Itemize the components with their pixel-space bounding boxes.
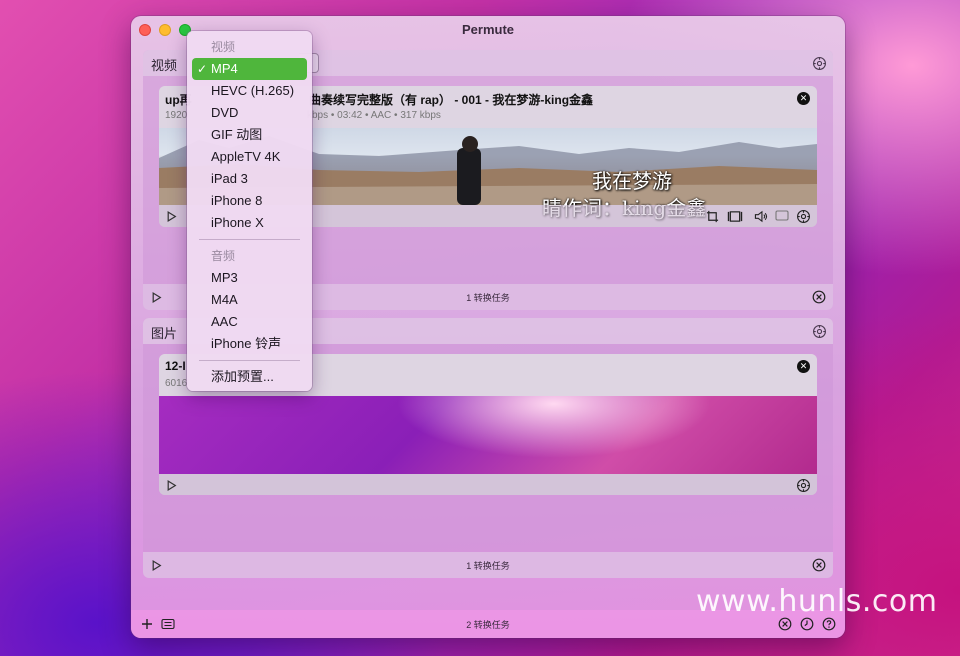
menu-header-audio: 音频 [211, 249, 236, 263]
subtitles-icon[interactable] [774, 208, 790, 224]
menu-item-label: iPad 3 [211, 171, 248, 186]
clear-section-icon[interactable] [811, 557, 827, 573]
trim-icon[interactable] [726, 208, 744, 224]
image-item-controls [159, 474, 817, 495]
menu-header-video: 视频 [211, 40, 236, 54]
menu-item-add-preset[interactable]: 添加预置... [192, 366, 307, 388]
menu-item-mp4[interactable]: ✓ MP4 [192, 58, 307, 80]
format-dropdown-menu: 视频 ✓ MP4 HEVC (H.265) DVD GIF 动图 AppleTV … [187, 31, 312, 391]
play-icon[interactable] [164, 478, 178, 492]
menu-item-label: iPhone 铃声 [211, 336, 282, 351]
menu-item-iphone-8[interactable]: iPhone 8 [192, 190, 307, 212]
video-item-meta-prefix: 1920 [165, 110, 188, 121]
site-watermark: www.hunls.com [696, 584, 938, 619]
item-settings-icon[interactable] [795, 208, 811, 224]
menu-item-label: iPhone 8 [211, 193, 263, 208]
menu-item-label: iPhone X [211, 215, 264, 230]
image-section-label: 图片 [151, 326, 178, 341]
menu-item-label: 添加预置... [211, 369, 274, 384]
menu-item-dvd[interactable]: DVD [192, 102, 307, 124]
menu-item-label: GIF 动图 [211, 127, 263, 142]
menu-item-label: M4A [211, 292, 238, 307]
remove-item-icon[interactable]: ✕ [797, 92, 810, 105]
checkmark-icon: ✓ [197, 62, 208, 76]
menu-item-label: AppleTV 4K [211, 149, 281, 164]
play-icon[interactable] [164, 209, 178, 223]
menu-item-ipad-3[interactable]: iPad 3 [192, 168, 307, 190]
image-thumbnail [159, 396, 817, 474]
subtitle-line-1: 我在梦游 [592, 169, 672, 193]
volume-icon[interactable] [752, 208, 770, 224]
total-task-count: 2 转换任务 [466, 620, 510, 630]
menu-item-iphone-x[interactable]: iPhone X [192, 212, 307, 234]
remove-item-icon[interactable]: ✕ [797, 360, 810, 373]
clear-section-icon[interactable] [811, 289, 827, 305]
menu-item-aac[interactable]: AAC [192, 311, 307, 333]
image-item-title: 12-I [165, 359, 186, 373]
menu-item-gif[interactable]: GIF 动图 [192, 124, 307, 146]
menu-item-label: MP3 [211, 270, 238, 285]
image-section-footer: 1 转换任务 [143, 552, 833, 578]
menu-item-mp3[interactable]: MP3 [192, 267, 307, 289]
menu-item-m4a[interactable]: M4A [192, 289, 307, 311]
menu-item-label: HEVC (H.265) [211, 83, 295, 98]
crop-icon[interactable] [704, 208, 720, 224]
menu-separator [199, 360, 300, 361]
menu-item-hevc[interactable]: HEVC (H.265) [192, 80, 307, 102]
video-item-title: 曲奏续写完整版（有 rap） - 001 - 我在梦游-king金鑫 [309, 93, 594, 107]
menu-item-label: AAC [211, 314, 238, 329]
menu-item-iphone-ringtone[interactable]: iPhone 铃声 [192, 333, 307, 355]
video-item-meta: kbps • 03:42 • AAC • 317 kbps [307, 110, 441, 121]
menu-separator [199, 239, 300, 240]
item-settings-icon[interactable] [795, 477, 811, 493]
section-settings-icon[interactable] [811, 55, 827, 71]
menu-item-label: DVD [211, 105, 239, 120]
menu-item-label: MP4 [211, 61, 238, 76]
image-task-count: 1 转换任务 [466, 561, 510, 571]
menu-item-appletv-4k[interactable]: AppleTV 4K [192, 146, 307, 168]
image-item-meta: 6016 [165, 378, 188, 389]
section-settings-icon[interactable] [811, 323, 827, 339]
video-section-label: 视频 [151, 58, 178, 73]
